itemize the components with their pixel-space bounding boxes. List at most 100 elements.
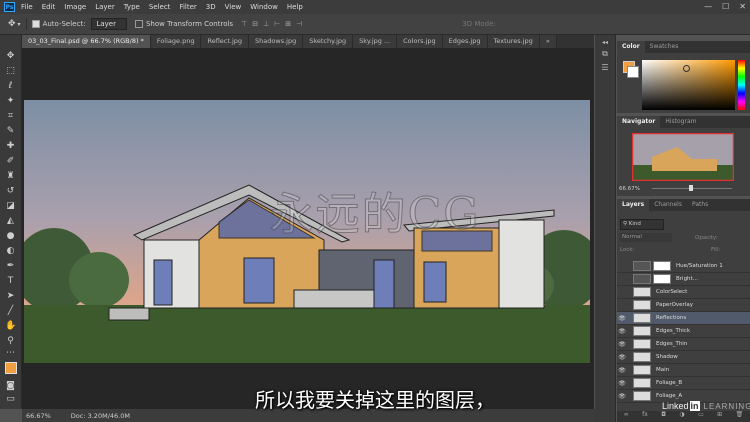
tab-histogram[interactable]: Histogram	[660, 116, 701, 128]
layer-row[interactable]: 👁 Shadow	[617, 351, 750, 364]
layer-thumbnail	[633, 313, 651, 323]
path-selection-icon[interactable]: ➤	[5, 291, 16, 302]
menu-3d[interactable]: 3D	[206, 3, 216, 11]
hue-slider[interactable]	[738, 60, 745, 110]
layer-row[interactable]: Hue/Saturation 1	[617, 260, 750, 273]
color-picker-cursor[interactable]	[683, 65, 690, 72]
align-center-icon[interactable]: ⊞	[285, 20, 291, 28]
visibility-eye-icon[interactable]: 👁	[617, 328, 627, 335]
type-tool-icon[interactable]: T	[5, 276, 16, 287]
tab-swatches[interactable]: Swatches	[645, 41, 684, 53]
align-right-icon[interactable]: ⊣	[296, 20, 302, 28]
tab-channels[interactable]: Channels	[649, 199, 687, 211]
menu-file[interactable]: File	[21, 3, 33, 11]
layer-row[interactable]: 👁 Reflections	[617, 312, 750, 325]
move-tool-icon[interactable]: ✥	[8, 19, 16, 29]
move-tool-icon[interactable]: ✥	[5, 51, 16, 62]
options-bar: ✥ ▾ Auto-Select: Layer Show Transform Co…	[0, 14, 750, 35]
brush-tool-icon[interactable]: ✐	[5, 156, 16, 167]
tab-shadows[interactable]: Shadows.jpg	[249, 35, 304, 48]
navigator-thumbnail[interactable]	[632, 133, 734, 181]
layer-row[interactable]: Bright...	[617, 273, 750, 286]
photoshop-logo: Ps	[4, 2, 15, 12]
layer-name: Reflections	[656, 315, 687, 321]
visibility-eye-icon[interactable]: 👁	[617, 315, 627, 322]
visibility-eye-icon[interactable]: 👁	[617, 354, 627, 361]
menu-filter[interactable]: Filter	[179, 3, 196, 11]
eyedropper-icon[interactable]: ✎	[5, 126, 16, 137]
subtitle: 所以我要关掉这里的图层，	[255, 388, 495, 412]
color-panel-tabs: Color Swatches	[617, 41, 750, 53]
more-tabs-icon[interactable]: »	[539, 35, 557, 48]
auto-select-checkbox[interactable]	[31, 20, 40, 28]
layer-row[interactable]: 👁 Edges_Thick	[617, 325, 750, 338]
lock-label: Lock:	[620, 247, 635, 253]
tab-sketchy[interactable]: Sketchy.jpg	[303, 35, 354, 48]
align-middle-icon[interactable]: ⊟	[252, 20, 258, 28]
close-icon[interactable]: ✕	[739, 2, 746, 11]
line-tool-icon[interactable]: ╱	[5, 306, 16, 317]
hand-tool-icon[interactable]: ✋	[5, 321, 16, 332]
navigator-zoom-handle[interactable]	[689, 185, 693, 191]
lasso-tool-icon[interactable]: ℓ	[5, 81, 16, 92]
window-controls: — ☐ ✕	[704, 2, 746, 11]
tab-navigator[interactable]: Navigator	[617, 116, 661, 128]
menu-type[interactable]: Type	[124, 3, 140, 11]
layer-row[interactable]: 👁 Main	[617, 364, 750, 377]
auto-select-label: Auto-Select:	[42, 20, 86, 28]
3d-mode-label: 3D Mode:	[462, 20, 496, 28]
layer-row[interactable]: PaperOverlay	[617, 299, 750, 312]
foreground-color-swatch[interactable]	[5, 362, 17, 374]
tab-reflect[interactable]: Reflect.jpg	[201, 35, 250, 48]
properties-panel-icon[interactable]: ☰	[599, 63, 611, 73]
menu-image[interactable]: Image	[64, 3, 86, 11]
background-color-chip[interactable]	[627, 66, 639, 78]
tab-sky[interactable]: Sky.jpg ...	[353, 35, 398, 48]
minimize-icon[interactable]: —	[704, 2, 712, 11]
navigator-zoom[interactable]: 66.67%	[619, 186, 640, 192]
tab-layers[interactable]: Layers	[617, 199, 650, 211]
layer-name: Edges_Thin	[656, 341, 688, 347]
dodge-tool-icon[interactable]: ◐	[5, 246, 16, 257]
transform-controls-checkbox[interactable]	[134, 20, 143, 28]
tool-preset-chevron-icon[interactable]: ▾	[18, 21, 21, 28]
more-tools-icon[interactable]: ⋯	[5, 348, 16, 359]
menu-view[interactable]: View	[225, 3, 242, 11]
layer-row[interactable]: ColorSelect	[617, 286, 750, 299]
zoom-tool-icon[interactable]: ⚲	[5, 336, 16, 347]
tab-edges[interactable]: Edges.jpg	[442, 35, 488, 48]
marquee-tool-icon[interactable]: ⬚	[5, 66, 16, 77]
history-panel-icon[interactable]: ⧉	[599, 49, 611, 59]
layer-row[interactable]: 👁 Edges_Thin	[617, 338, 750, 351]
layer-name: Shadow	[656, 354, 678, 360]
blend-mode-dropdown[interactable]: Normal	[620, 233, 672, 242]
auto-select-target-dropdown[interactable]: Layer	[91, 18, 127, 30]
visibility-eye-icon[interactable]: 👁	[617, 341, 627, 348]
tab-03-03-final[interactable]: 03_03_Final.psd @ 66.7% (RGB/8) *	[22, 35, 151, 48]
tab-colors[interactable]: Colors.jpg	[397, 35, 443, 48]
tab-paths[interactable]: Paths	[687, 199, 713, 211]
crop-tool-icon[interactable]: ⌗	[5, 111, 16, 122]
menu-layer[interactable]: Layer	[95, 3, 115, 11]
tab-color[interactable]: Color	[617, 41, 645, 53]
document-tabs: 03_03_Final.psd @ 66.7% (RGB/8) * Foliag…	[22, 35, 594, 48]
menu-help[interactable]: Help	[287, 3, 303, 11]
opacity-label: Opacity:	[695, 235, 718, 241]
tab-foliage[interactable]: Foliage.png	[150, 35, 202, 48]
magic-wand-icon[interactable]: ✦	[5, 96, 16, 107]
collapse-arrows-icon[interactable]: ◂◂	[599, 39, 611, 49]
tab-textures[interactable]: Textures.jpg	[487, 35, 540, 48]
visibility-eye-icon[interactable]: 👁	[617, 367, 627, 374]
menu-window[interactable]: Window	[250, 3, 278, 11]
navigator-tabs: Navigator Histogram	[617, 116, 750, 128]
maximize-icon[interactable]: ☐	[722, 2, 729, 11]
layer-filter-dropdown[interactable]: ⚲ Kind	[620, 219, 664, 230]
pen-tool-icon[interactable]: ✒	[5, 261, 16, 272]
menu-select[interactable]: Select	[149, 3, 171, 11]
layer-thumbnail	[633, 339, 651, 349]
healing-brush-icon[interactable]: ✚	[5, 141, 16, 152]
align-bottom-icon[interactable]: ⊥	[263, 20, 269, 28]
align-left-icon[interactable]: ⊢	[274, 20, 280, 28]
menu-edit[interactable]: Edit	[42, 3, 56, 11]
align-top-icon[interactable]: ⊤	[241, 20, 247, 28]
